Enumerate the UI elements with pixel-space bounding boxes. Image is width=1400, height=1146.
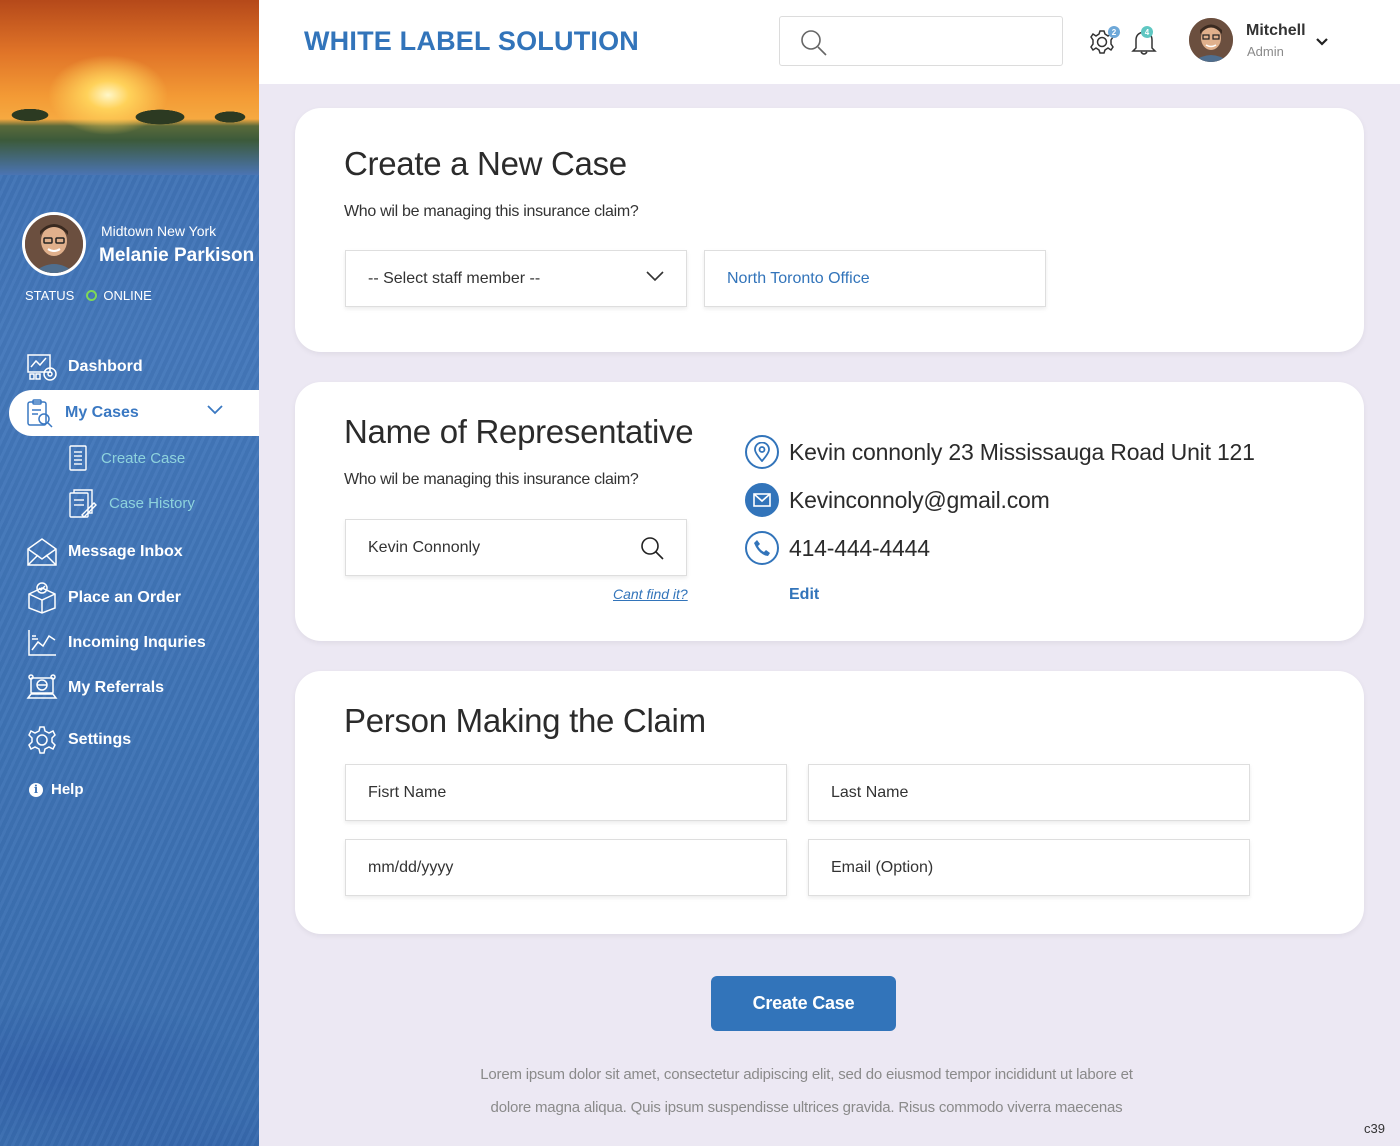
create-case-card: Create a New Case Who wil be managing th… [295,108,1364,352]
representative-address: Kevin connonly 23 Mississauga Road Unit … [745,435,1255,469]
edit-representative-link[interactable]: Edit [789,586,819,604]
representative-question: Who wil be managing this insurance claim… [344,471,639,488]
settings-button[interactable]: 2 [1088,26,1120,61]
history-icon [69,489,97,518]
search-icon[interactable] [800,29,828,57]
referrals-icon [26,674,58,699]
representative-search[interactable] [345,519,687,576]
profile-avatar[interactable] [22,212,86,276]
staff-member-select[interactable]: -- Select staff member -- [345,250,687,307]
sidebar-item-my-referrals[interactable]: My Referrals [26,673,164,703]
settings-badge: 2 [1108,26,1120,38]
representative-card: Name of Representative Who wil be managi… [295,382,1364,641]
create-case-button[interactable]: Create Case [711,976,896,1031]
notifications-badge: 4 [1141,26,1153,38]
cases-icon [27,399,53,428]
user-avatar [1189,18,1233,62]
create-case-question: Who wil be managing this insurance claim… [344,203,639,220]
office-field[interactable]: North Toronto Office [704,250,1046,307]
sidebar-item-my-cases[interactable]: My Cases [9,390,259,436]
search-icon[interactable] [640,536,664,560]
claimant-title: Person Making the Claim [344,702,706,739]
chevron-down-icon[interactable] [207,405,223,415]
sidebar-item-label: Dashbord [68,358,143,375]
status-label: STATUS [25,288,75,303]
cant-find-link[interactable]: Cant find it? [613,586,688,602]
status-value: ONLINE [103,288,152,303]
sidebar-item-label: Message Inbox [68,543,183,560]
sidebar-item-label: Place an Order [68,589,181,606]
sidebar-item-dashboard[interactable]: Dashbord [26,352,143,382]
sidebar-banner-image [0,0,259,175]
info-icon: i [29,782,43,797]
last-name-field[interactable] [808,764,1250,821]
sidebar: Midtown New York Melanie Parkison STATUS… [0,0,259,1146]
representative-phone: 414-444-4444 [745,531,930,565]
chevron-down-icon [646,271,664,282]
representative-search-input[interactable] [368,538,639,557]
footer-line-2: dolore magna aliqua. Quis ipsum suspendi… [490,1099,1123,1116]
sidebar-item-label: My Cases [65,404,139,421]
notifications-button[interactable]: 4 [1131,26,1157,61]
location-pin-icon [745,435,779,469]
chart-icon [28,630,56,656]
package-icon [28,582,56,614]
sidebar-item-incoming-inquiries[interactable]: Incoming Inquries [26,628,206,658]
sidebar-item-label: My Referrals [68,679,165,696]
sidebar-background-image [0,175,259,1146]
envelope-icon [745,483,779,517]
representative-email: Kevinconnoly@gmail.com [745,483,1050,517]
first-name-field[interactable] [345,764,787,821]
claimant-card: Person Making the Claim [295,671,1364,934]
staff-member-select-value: -- Select staff member -- [368,269,541,287]
phone-text: 414-444-4444 [789,534,930,561]
sidebar-item-case-history[interactable]: Case History [67,487,195,519]
sidebar-item-place-order[interactable]: Place an Order [26,582,181,614]
user-role: Admin [1247,44,1284,59]
sidebar-item-create-case[interactable]: Create Case [67,444,185,472]
header-search-input[interactable] [834,27,1054,55]
sidebar-item-label: Help [51,781,84,798]
chevron-down-icon[interactable] [1316,38,1328,46]
user-menu[interactable]: Mitchell Admin [1189,18,1339,64]
sidebar-item-label: Case History [109,494,195,512]
footer-text: Lorem ipsum dolor sit amet, consectetur … [455,1058,1158,1124]
sidebar-item-label: Settings [68,731,132,748]
last-name-input[interactable] [831,783,1187,802]
date-of-birth-input[interactable] [368,858,724,877]
gear-icon [28,726,56,754]
email-input[interactable] [831,858,1187,877]
phone-icon [745,531,779,565]
document-icon [69,445,87,471]
header-search[interactable] [779,16,1063,66]
first-name-input[interactable] [368,783,724,802]
sidebar-item-message-inbox[interactable]: Message Inbox [26,537,183,567]
profile-name: Melanie Parkison [99,245,255,266]
online-dot-icon [86,290,98,301]
sidebar-item-help[interactable]: i Help [29,781,84,798]
top-header: WHITE LABEL SOLUTION 2 4 Mitchell Admin [259,0,1400,84]
office-value: North Toronto Office [727,269,870,287]
create-case-title: Create a New Case [344,145,627,182]
status-indicator: STATUS ONLINE [25,288,152,303]
sidebar-item-label: Create Case [101,449,186,467]
footer-line-1: Lorem ipsum dolor sit amet, consectetur … [480,1066,1133,1083]
sidebar-item-label: Incoming Inquries [68,634,206,651]
profile-location: Midtown New York [101,223,217,239]
corner-tag: c39 [1364,1121,1385,1136]
brand-title: WHITE LABEL SOLUTION [304,26,639,56]
email-field[interactable] [808,839,1250,896]
sidebar-item-settings[interactable]: Settings [26,724,131,756]
user-name: Mitchell [1246,22,1306,39]
representative-title: Name of Representative [344,413,694,450]
email-text: Kevinconnoly@gmail.com [789,486,1050,513]
envelope-icon [27,538,57,566]
dashboard-icon [27,354,57,381]
address-text: Kevin connonly 23 Mississauga Road Unit … [789,438,1255,465]
date-of-birth-field[interactable] [345,839,787,896]
